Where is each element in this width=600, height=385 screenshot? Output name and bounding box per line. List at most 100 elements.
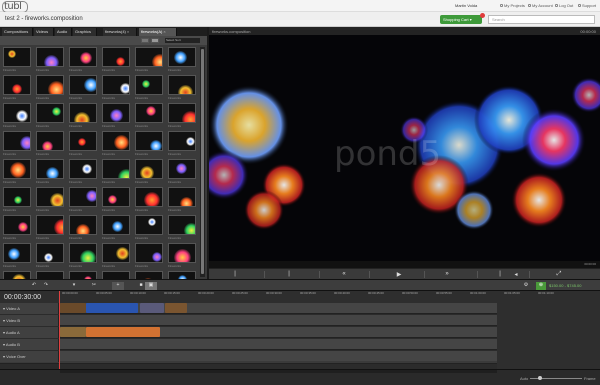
clip-thumbnail[interactable] — [69, 243, 97, 263]
clip-thumbnail[interactable] — [3, 131, 31, 151]
tab-graphics[interactable]: Graphics — [73, 28, 97, 36]
clip-thumbnail[interactable] — [36, 159, 64, 179]
track-body[interactable] — [60, 327, 497, 337]
tab-videos[interactable]: Videos — [34, 28, 54, 36]
clip-thumbnail[interactable] — [60, 303, 86, 313]
clip-thumbnail[interactable] — [36, 187, 64, 207]
clip-thumbnail[interactable] — [102, 187, 130, 207]
video-clip[interactable] — [165, 303, 187, 313]
clip-thumbnail[interactable] — [135, 131, 163, 151]
app-logo[interactable]: tubl — [1, 1, 29, 13]
track-body[interactable] — [60, 303, 497, 313]
tab-fireworks-a[interactable]: fireworks(A)× — [139, 28, 177, 36]
shopping-cart-button[interactable]: Shopping Cart ▾ — [440, 15, 482, 24]
clip-thumbnail[interactable] — [36, 131, 64, 151]
audio-clip[interactable] — [86, 327, 160, 337]
track-body[interactable] — [60, 315, 497, 325]
track-label[interactable]: ▾ Audio A — [0, 327, 59, 338]
transition-icon[interactable]: ▣ — [145, 282, 157, 290]
collapse-icon[interactable]: ▾ — [3, 354, 5, 359]
clip-thumbnail[interactable] — [140, 303, 164, 313]
video-preview[interactable]: pond5 — [209, 35, 600, 261]
clip-thumbnail[interactable] — [60, 327, 86, 337]
link-support[interactable]: Support — [578, 3, 596, 8]
split-icon[interactable]: + — [112, 282, 124, 290]
clip-thumbnail[interactable] — [3, 47, 31, 67]
fullscreen-icon[interactable]: ⤢ — [549, 271, 569, 278]
clip-thumbnail[interactable] — [3, 215, 31, 235]
link-log-out[interactable]: Log Out — [555, 3, 573, 8]
clip-thumbnail[interactable] — [36, 103, 64, 123]
clip-thumbnail[interactable] — [168, 131, 196, 151]
link-my-account[interactable]: My Account — [528, 3, 553, 8]
clip-thumbnail[interactable] — [36, 47, 64, 67]
clip-thumbnail[interactable] — [36, 75, 64, 95]
scroll-thumb[interactable] — [201, 49, 204, 274]
playhead[interactable] — [59, 291, 60, 369]
clip-thumbnail[interactable] — [69, 47, 97, 67]
go-start-icon[interactable]: | — [225, 271, 245, 277]
clip-thumbnail[interactable] — [135, 103, 163, 123]
collapse-icon[interactable]: ▾ — [3, 306, 5, 311]
sort-select[interactable]: Select Sort — [165, 38, 200, 43]
clip-thumbnail[interactable] — [102, 243, 130, 263]
clip-thumbnail[interactable] — [3, 187, 31, 207]
zoom-slider-handle[interactable] — [538, 376, 542, 380]
clip-thumbnail[interactable] — [168, 187, 196, 207]
track-label[interactable]: ▾ Audio B — [0, 339, 59, 350]
clip-thumbnail[interactable] — [36, 243, 64, 263]
close-icon[interactable]: × — [163, 29, 165, 34]
undo-icon[interactable]: ↶ — [28, 282, 40, 290]
clip-thumbnail[interactable] — [69, 131, 97, 151]
clip-thumbnail[interactable] — [135, 187, 163, 207]
video-clip[interactable] — [86, 303, 138, 313]
settings-icon[interactable]: ⚙ — [520, 282, 532, 290]
clip-thumbnail[interactable] — [168, 75, 196, 95]
step-back-icon[interactable]: | — [279, 271, 299, 277]
redo-icon[interactable]: ↷ — [40, 282, 52, 290]
clip-thumbnail[interactable] — [135, 215, 163, 235]
search-input[interactable]: Search — [488, 15, 595, 24]
collapse-icon[interactable]: ▾ — [3, 330, 5, 335]
track-label[interactable]: ▾ Video B — [0, 315, 59, 326]
clip-thumbnail[interactable] — [69, 103, 97, 123]
clip-thumbnail[interactable] — [3, 75, 31, 95]
library-scrollbar[interactable] — [200, 47, 205, 277]
track-body[interactable] — [60, 351, 497, 361]
track-label[interactable]: ▾ Voice Over — [0, 351, 59, 362]
grid-view-icon[interactable] — [141, 38, 149, 43]
tab-compositions[interactable]: Compositions — [2, 28, 33, 36]
clip-thumbnail[interactable] — [3, 159, 31, 179]
link-my-projects[interactable]: My Projects — [500, 3, 525, 8]
tab-audio[interactable]: Audio — [55, 28, 72, 36]
cut-icon[interactable]: ✂ — [88, 282, 100, 290]
clip-thumbnail[interactable] — [69, 215, 97, 235]
close-icon[interactable]: × — [127, 29, 129, 34]
play-icon[interactable]: ▶ — [389, 271, 409, 278]
clip-thumbnail[interactable] — [168, 103, 196, 123]
clip-thumbnail[interactable] — [135, 75, 163, 95]
clip-thumbnail[interactable] — [135, 243, 163, 263]
clip-thumbnail[interactable] — [3, 243, 31, 263]
clip-thumbnail[interactable] — [102, 47, 130, 67]
clip-thumbnail[interactable] — [69, 159, 97, 179]
clip-thumbnail[interactable] — [102, 159, 130, 179]
clip-thumbnail[interactable] — [102, 215, 130, 235]
clip-thumbnail[interactable] — [102, 75, 130, 95]
clip-thumbnail[interactable] — [102, 131, 130, 151]
clip-thumbnail[interactable] — [69, 75, 97, 95]
tab-fireworks-4[interactable]: fireworks(4)× — [103, 28, 137, 36]
volume-icon[interactable]: ◂ — [506, 271, 526, 278]
timeline-scrollbar[interactable] — [60, 370, 497, 373]
rewind-icon[interactable]: « — [334, 271, 354, 277]
timeline-ruler[interactable]: 00:00:30:00 00:00:00:00 00:00:05:00 00:00:… — [0, 291, 600, 303]
clip-thumbnail[interactable] — [3, 103, 31, 123]
clip-thumbnail[interactable] — [168, 243, 196, 263]
delete-icon[interactable]: ▾ — [68, 282, 80, 290]
list-view-icon[interactable] — [151, 38, 159, 43]
track-body[interactable] — [60, 339, 497, 349]
track-label[interactable]: ▾ Video A — [0, 303, 59, 314]
clip-thumbnail[interactable] — [135, 159, 163, 179]
clip-thumbnail[interactable] — [135, 47, 163, 67]
clip-thumbnail[interactable] — [102, 103, 130, 123]
